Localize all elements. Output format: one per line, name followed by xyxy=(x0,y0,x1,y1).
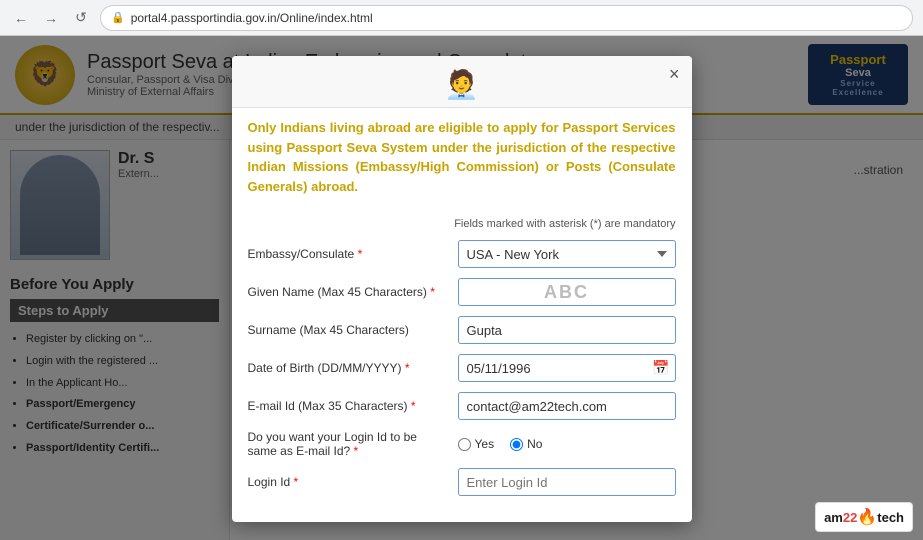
am22-num-text: 22 xyxy=(843,510,857,525)
modal-body: Fields marked with asterisk (*) are mand… xyxy=(232,208,692,522)
required-marker: * xyxy=(430,285,435,299)
modal-warning-text: Only Indians living abroad are eligible … xyxy=(232,108,692,208)
no-radio-label[interactable]: No xyxy=(510,437,542,451)
browser-bar: ← → ↺ 🔒 portal4.passportindia.gov.in/Onl… xyxy=(0,0,923,36)
back-button[interactable]: ← xyxy=(10,7,32,29)
modal-close-button[interactable]: × xyxy=(669,64,680,85)
given-name-label: Given Name (Max 45 Characters) * xyxy=(248,285,448,299)
am22-tech-text: tech xyxy=(877,510,904,525)
login-id-row: Login Id * xyxy=(248,468,676,496)
main-content: 🦁 Passport Seva at Indian Embassies and … xyxy=(0,36,923,540)
url-text: portal4.passportindia.gov.in/Online/inde… xyxy=(131,11,373,25)
required-marker: * xyxy=(358,247,363,261)
login-id-input[interactable] xyxy=(458,468,676,496)
required-marker: * xyxy=(405,361,410,375)
email-label: E-mail Id (Max 35 Characters) * xyxy=(248,399,448,413)
surname-input[interactable] xyxy=(458,316,676,344)
dob-input[interactable] xyxy=(458,354,676,382)
email-row: E-mail Id (Max 35 Characters) * xyxy=(248,392,676,420)
modal-overlay: × 🧑‍💼 Only Indians living abroad are eli… xyxy=(0,36,923,540)
mandatory-note: Fields marked with asterisk (*) are mand… xyxy=(248,218,676,230)
modal-header: × 🧑‍💼 xyxy=(232,56,692,108)
am22-badge: am22🔥tech xyxy=(815,502,913,532)
embassy-select[interactable]: USA - New York USA - San Francisco USA -… xyxy=(458,240,676,268)
surname-label: Surname (Max 45 Characters) xyxy=(248,323,448,337)
modal-person-icon: 🧑‍💼 xyxy=(444,68,479,101)
yes-radio-label[interactable]: Yes xyxy=(458,437,495,451)
email-input[interactable] xyxy=(458,392,676,420)
login-same-label: Do you want your Login Id to be same as … xyxy=(248,430,448,458)
forward-button[interactable]: → xyxy=(40,7,62,29)
given-name-placeholder[interactable]: ABC xyxy=(458,278,676,306)
yes-no-group: Yes No xyxy=(458,437,543,451)
calendar-icon: 📅 xyxy=(652,360,669,377)
required-marker: * xyxy=(294,475,299,489)
lock-icon: 🔒 xyxy=(111,11,125,24)
login-same-row: Do you want your Login Id to be same as … xyxy=(248,430,676,458)
reload-button[interactable]: ↺ xyxy=(70,7,92,29)
no-radio[interactable] xyxy=(510,438,523,451)
am22-am-text: am xyxy=(824,510,843,525)
required-marker: * xyxy=(411,399,416,413)
surname-row: Surname (Max 45 Characters) xyxy=(248,316,676,344)
yes-radio[interactable] xyxy=(458,438,471,451)
fire-icon: 🔥 xyxy=(857,507,877,527)
login-id-label: Login Id * xyxy=(248,475,448,489)
embassy-label: Embassy/Consulate * xyxy=(248,247,448,261)
required-marker: * xyxy=(354,444,359,458)
url-bar[interactable]: 🔒 portal4.passportindia.gov.in/Online/in… xyxy=(100,5,913,31)
dob-input-wrapper: 📅 xyxy=(458,354,676,382)
given-name-row: Given Name (Max 45 Characters) * ABC xyxy=(248,278,676,306)
dob-row: Date of Birth (DD/MM/YYYY) * 📅 xyxy=(248,354,676,382)
modal-dialog: × 🧑‍💼 Only Indians living abroad are eli… xyxy=(232,56,692,522)
dob-label: Date of Birth (DD/MM/YYYY) * xyxy=(248,361,448,375)
embassy-row: Embassy/Consulate * USA - New York USA -… xyxy=(248,240,676,268)
